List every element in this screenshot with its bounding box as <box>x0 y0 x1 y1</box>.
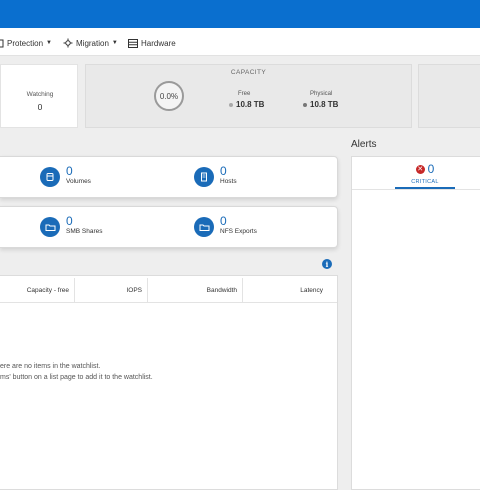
capacity-percent: 0.0% <box>159 91 179 101</box>
migration-icon <box>63 38 73 48</box>
folder-export-icon <box>194 217 214 237</box>
volumes-tile[interactable]: 0 Volumes <box>40 165 91 187</box>
chevron-down-icon: ▼ <box>46 40 52 46</box>
capacity-title: CAPACITY <box>230 69 267 76</box>
volumes-count: 0 <box>66 164 73 178</box>
volume-icon <box>40 167 60 187</box>
protection-icon <box>0 39 4 48</box>
alerts-title: Alerts <box>351 139 377 150</box>
hosts-count: 0 <box>220 164 227 178</box>
empty-message-line-2: ms' button on a list page to add it to t… <box>0 374 153 381</box>
capacity-usage-ring: 0.0% <box>154 81 184 111</box>
chevron-down-icon: ▼ <box>111 40 118 46</box>
info-icon[interactable]: i <box>322 259 332 269</box>
watchlist-table: Capacity - free IOPS Bandwidth Latency e… <box>0 275 338 490</box>
physical-legend-dot <box>303 102 307 107</box>
hardware-label: Hardware <box>141 38 176 48</box>
migration-label: Migration <box>76 38 109 48</box>
column-header-iops[interactable]: IOPS <box>75 278 148 302</box>
summary-card-partial <box>418 64 480 128</box>
nfs-exports-tile[interactable]: 0 NFS Exports <box>194 215 257 237</box>
watching-label: Watching <box>26 91 54 98</box>
watching-card[interactable]: Watching 0 <box>0 64 78 128</box>
hosts-tile[interactable]: 0 Hosts <box>194 165 237 187</box>
physical-label: Physical <box>310 91 333 97</box>
objects-card-volumes-hosts: 0 Volumes 0 Hosts <box>0 156 338 198</box>
folder-share-icon <box>40 217 60 237</box>
protection-label: Protection <box>7 38 44 48</box>
capacity-card[interactable]: CAPACITY 0.0% Free 10.8 TB Physical 10.8… <box>85 64 412 128</box>
column-header-capacity-free[interactable]: Capacity - free <box>0 278 75 302</box>
alerts-divider <box>352 189 480 190</box>
menu-bar: Protection ▼ Migration ▼ Hardware <box>0 28 480 56</box>
nfs-exports-count: 0 <box>220 214 227 228</box>
column-header-latency[interactable]: Latency <box>243 278 328 302</box>
column-header-bandwidth[interactable]: Bandwidth <box>148 278 243 302</box>
watching-value: 0 <box>37 102 43 112</box>
critical-alerts-tab[interactable]: ✕ 0 CRITICAL <box>395 162 455 186</box>
volumes-label: Volumes <box>66 178 91 185</box>
physical-value-group: 10.8 TB <box>303 100 338 109</box>
migration-menu[interactable]: Migration ▼ <box>63 36 118 50</box>
free-label: Free <box>238 91 251 97</box>
nfs-exports-label: NFS Exports <box>220 228 257 235</box>
smb-shares-tile[interactable]: 0 SMB Shares <box>40 215 103 237</box>
table-header-divider <box>0 302 337 303</box>
free-value-group: 10.8 TB <box>229 100 264 109</box>
empty-message-line-1: ere are no items in the watchlist. <box>0 363 101 370</box>
free-value: 10.8 TB <box>236 100 265 109</box>
hardware-icon <box>128 38 138 48</box>
protection-menu[interactable]: Protection ▼ <box>0 36 52 50</box>
hosts-label: Hosts <box>220 178 237 185</box>
critical-count: 0 <box>427 162 435 176</box>
critical-x-icon: ✕ <box>415 165 425 174</box>
objects-card-shares-exports: 0 SMB Shares 0 NFS Exports <box>0 206 338 248</box>
hardware-menu[interactable]: Hardware <box>128 36 176 50</box>
physical-value: 10.8 TB <box>310 100 339 109</box>
smb-shares-label: SMB Shares <box>66 228 103 235</box>
alerts-panel: ✕ 0 CRITICAL <box>351 156 480 490</box>
host-icon <box>194 167 214 187</box>
smb-shares-count: 0 <box>66 214 73 228</box>
critical-label: CRITICAL <box>411 179 439 185</box>
free-legend-dot <box>229 102 233 107</box>
top-header-bar <box>0 0 480 28</box>
